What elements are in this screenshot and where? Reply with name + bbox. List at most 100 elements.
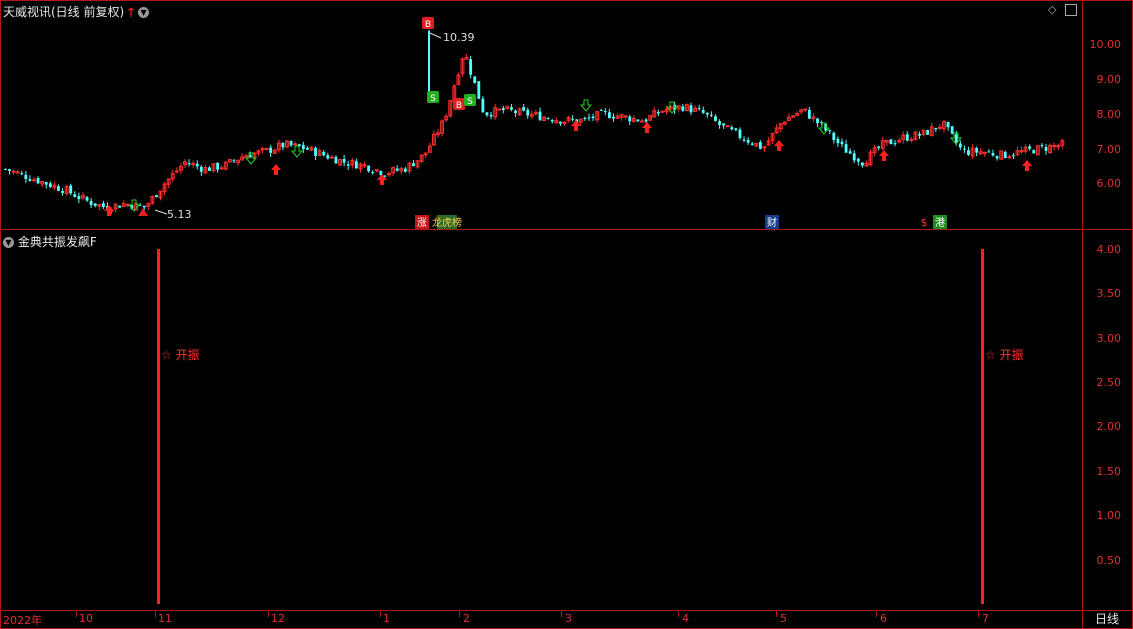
- candle-body: [20, 173, 24, 175]
- candle-body: [730, 127, 734, 130]
- indicator-axis-label: 4.00: [1096, 243, 1122, 256]
- candle-body: [877, 146, 881, 149]
- candlestick-chart[interactable]: B 10.39 5.13 S B S 涨 龙虎榜 财 $ 港: [0, 0, 1083, 230]
- candle-body: [697, 108, 701, 110]
- candle-body: [93, 203, 97, 206]
- candle-body: [954, 134, 958, 143]
- candle-body: [322, 151, 326, 156]
- candle-body: [1044, 147, 1048, 151]
- candle-body: [958, 143, 962, 148]
- candle-body: [832, 132, 836, 140]
- buy-marker-2: B: [453, 98, 465, 111]
- time-label: 11: [158, 612, 172, 625]
- candle-body: [840, 141, 844, 145]
- candle-body: [497, 108, 502, 111]
- candle-body: [750, 143, 754, 145]
- candle-body: [501, 108, 505, 111]
- candle-body: [174, 170, 179, 173]
- candle-body: [44, 182, 48, 185]
- indicator-axis-label: 3.00: [1096, 332, 1122, 345]
- time-label: 10: [79, 612, 93, 625]
- candle-body: [734, 128, 738, 131]
- candle-body: [803, 108, 808, 111]
- candle-body: [1007, 156, 1012, 159]
- candle-body: [36, 178, 40, 184]
- candle-body: [219, 167, 224, 170]
- candle-body: [860, 162, 864, 166]
- candle-body: [481, 98, 485, 113]
- signal-label-1: ☆ 开振: [161, 348, 200, 362]
- candle-body: [705, 112, 709, 115]
- candle-body: [987, 151, 991, 153]
- candle-body: [656, 112, 660, 114]
- candle-body: [816, 118, 819, 124]
- price-label: 10.00: [1089, 38, 1122, 51]
- candle-body: [538, 111, 542, 121]
- price-label: 9.00: [1096, 73, 1122, 86]
- candle-body: [191, 163, 196, 166]
- candle-body: [640, 120, 644, 123]
- candle-body: [118, 205, 122, 208]
- candle-body: [281, 142, 285, 148]
- candle-body: [660, 110, 665, 113]
- candle-body: [289, 140, 293, 146]
- candle-body: [77, 196, 81, 200]
- price-label: 8.00: [1096, 108, 1122, 121]
- candle-body: [967, 150, 970, 155]
- candle-body: [946, 121, 950, 128]
- candle-body: [395, 168, 399, 171]
- candle-body: [412, 163, 415, 167]
- news-tag-dollar[interactable]: $: [921, 216, 928, 229]
- time-tick: [678, 611, 679, 617]
- svg-text:港: 港: [935, 217, 945, 229]
- candle-body: [558, 121, 562, 124]
- candle-body: [852, 153, 856, 161]
- candle-body: [526, 109, 530, 116]
- candle-body: [591, 116, 595, 119]
- time-tick: [76, 611, 77, 617]
- news-tag-longhubang[interactable]: 龙虎榜: [432, 215, 462, 229]
- candle-body: [326, 155, 330, 159]
- news-tag-cai[interactable]: 财: [765, 215, 779, 229]
- candle-body: [807, 109, 811, 119]
- buy-marker: B: [425, 20, 431, 30]
- indicator-axis-label: 1.50: [1096, 465, 1122, 478]
- candle-body: [11, 170, 16, 173]
- candle-body: [937, 126, 942, 129]
- time-tick: [978, 611, 979, 617]
- candle-body: [746, 139, 750, 143]
- low-label: 5.13: [167, 208, 192, 221]
- svg-text:B: B: [456, 101, 462, 111]
- news-tag-gang[interactable]: 港: [933, 215, 947, 229]
- candle-body: [208, 167, 211, 171]
- time-label: 4: [682, 612, 689, 625]
- svg-text:龙虎榜: 龙虎榜: [432, 216, 462, 229]
- candle-body: [714, 116, 717, 121]
- candle-body: [354, 161, 358, 169]
- candle-body: [69, 185, 73, 194]
- candle-body: [742, 139, 746, 141]
- candle-body: [260, 148, 265, 151]
- candle-body: [623, 115, 628, 118]
- candle-body: [718, 121, 721, 125]
- indicator-chart[interactable]: ☆ 开振 ☆ 开振: [0, 229, 1083, 611]
- candle-body: [57, 186, 60, 191]
- candle-body: [142, 205, 146, 208]
- candle-body: [893, 143, 897, 145]
- candle-body: [367, 165, 371, 172]
- time-tick: [155, 611, 156, 617]
- candle-body: [264, 147, 269, 150]
- time-tick: [561, 611, 562, 617]
- candle-body: [758, 141, 762, 149]
- time-tick: [268, 611, 269, 617]
- candle-body: [709, 114, 713, 116]
- period-button[interactable]: 日线: [1083, 610, 1131, 628]
- candle-body: [199, 166, 203, 172]
- candle-body: [603, 110, 607, 112]
- time-label: 6: [880, 612, 887, 625]
- indicator-axis-label: 0.50: [1096, 554, 1122, 567]
- candle-body: [305, 147, 309, 150]
- news-tag-zhang[interactable]: 涨: [415, 215, 429, 229]
- time-label: 3: [565, 612, 572, 625]
- svg-text:财: 财: [767, 216, 777, 229]
